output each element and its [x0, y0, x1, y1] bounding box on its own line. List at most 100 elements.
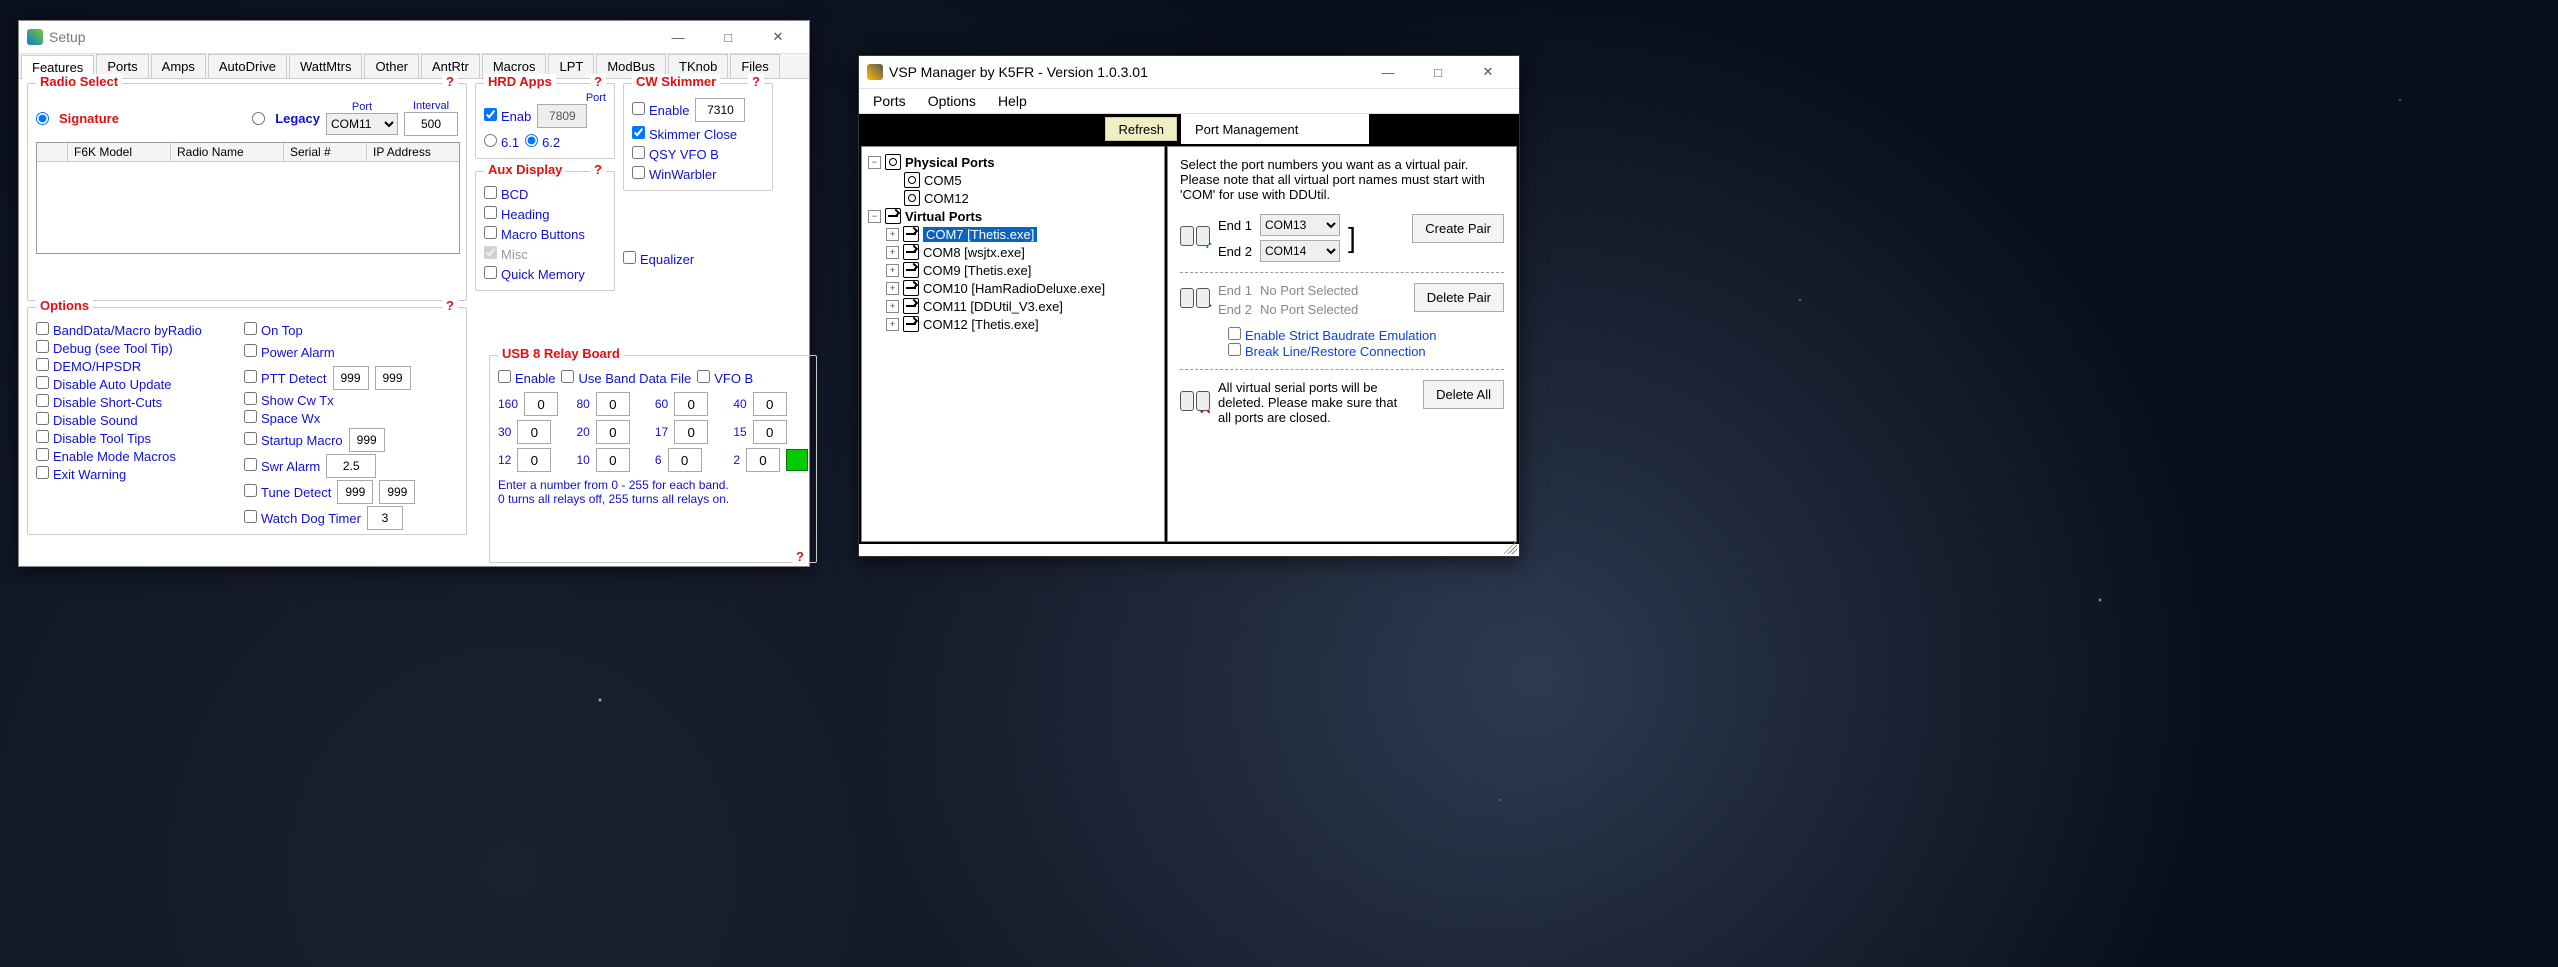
aux-quickmem[interactable]: Quick Memory [484, 266, 606, 282]
maximize-button[interactable]: □ [1415, 58, 1461, 86]
tune2-input[interactable] [379, 480, 415, 504]
opt-autoupdate[interactable]: Disable Auto Update [36, 376, 236, 392]
breakline-check[interactable]: Break Line/Restore Connection [1228, 344, 1426, 359]
menu-help[interactable]: Help [998, 93, 1027, 109]
tree-item[interactable]: COM9 [Thetis.exe] [923, 263, 1031, 278]
ptt1-input[interactable] [333, 366, 369, 390]
end1-select[interactable]: COM13 [1260, 214, 1340, 236]
tab-autodrive[interactable]: AutoDrive [208, 54, 287, 78]
interval-input[interactable] [404, 112, 458, 136]
tree-expand-icon[interactable]: + [886, 300, 899, 313]
band-input[interactable] [517, 448, 551, 472]
menu-options[interactable]: Options [928, 93, 976, 109]
usb-usedata[interactable]: Use Band Data File [561, 370, 691, 386]
opt-sound[interactable]: Disable Sound [36, 412, 236, 428]
delete-all-button[interactable]: Delete All [1423, 380, 1504, 409]
help-icon[interactable]: ? [590, 74, 606, 89]
tree-item[interactable]: COM8 [wsjtx.exe] [923, 245, 1025, 260]
tune1-input[interactable] [337, 480, 373, 504]
aux-heading[interactable]: Heading [484, 206, 606, 222]
aux-bcd[interactable]: BCD [484, 186, 606, 202]
tab-amps[interactable]: Amps [151, 54, 206, 78]
opt-swralarm[interactable]: Swr Alarm [244, 458, 320, 474]
delete-pair-button[interactable]: Delete Pair [1414, 283, 1504, 312]
hrd-61[interactable]: 6.1 [484, 134, 519, 150]
help-icon[interactable]: ? [590, 162, 606, 177]
tab-port-management[interactable]: Port Management [1181, 114, 1369, 144]
aux-macros[interactable]: Macro Buttons [484, 226, 606, 242]
vsp-titlebar[interactable]: VSP Manager by K5FR - Version 1.0.3.01 —… [859, 56, 1519, 89]
hrd-62[interactable]: 6.2 [525, 134, 560, 150]
opt-exitwarn[interactable]: Exit Warning [36, 466, 236, 482]
tree-item[interactable]: COM12 [924, 191, 969, 206]
tree-expand-icon[interactable]: + [886, 282, 899, 295]
startup-input[interactable] [349, 428, 385, 452]
equalizer-check[interactable]: Equalizer [623, 252, 694, 267]
band-input[interactable] [668, 448, 702, 472]
band-input[interactable] [746, 448, 780, 472]
tree-item[interactable]: COM12 [Thetis.exe] [923, 317, 1039, 332]
create-pair-button[interactable]: Create Pair [1412, 214, 1504, 243]
opt-tooltips[interactable]: Disable Tool Tips [36, 430, 236, 446]
help-icon[interactable]: ? [442, 74, 458, 89]
opt-tunedetect[interactable]: Tune Detect [244, 484, 331, 500]
minimize-button[interactable]: — [1365, 58, 1411, 86]
tree-expand-icon[interactable]: + [886, 228, 899, 241]
cw-enable[interactable]: Enable [632, 102, 689, 118]
tree-item[interactable]: COM5 [924, 173, 962, 188]
band-input[interactable] [596, 392, 630, 416]
opt-banddata[interactable]: BandData/Macro byRadio [36, 322, 236, 338]
cw-winwarbler[interactable]: WinWarbler [632, 166, 764, 182]
maximize-button[interactable]: □ [705, 23, 751, 51]
band-input[interactable] [674, 392, 708, 416]
tree-item[interactable]: COM11 [DDUtil_V3.exe] [923, 299, 1063, 314]
band-input[interactable] [524, 392, 558, 416]
close-button[interactable]: ✕ [1465, 58, 1511, 86]
band-input[interactable] [596, 420, 630, 444]
opt-ontop[interactable]: On Top [244, 322, 458, 338]
usb-vfob[interactable]: VFO B [697, 370, 753, 386]
tab-wattmtrs[interactable]: WattMtrs [289, 54, 363, 78]
band-input[interactable] [517, 420, 551, 444]
opt-pwralarm[interactable]: Power Alarm [244, 344, 335, 360]
opt-startupmacro[interactable]: Startup Macro [244, 432, 343, 448]
cw-qsy[interactable]: QSY VFO B [632, 146, 764, 162]
tree-expand-icon[interactable]: + [886, 246, 899, 259]
minimize-button[interactable]: — [655, 23, 701, 51]
signature-radio[interactable]: Signature [36, 111, 119, 126]
port-tree[interactable]: − Physical Ports COM5 COM12 − Virtual Po… [861, 146, 1165, 542]
radio-table[interactable]: F6K Model Radio Name Serial # IP Address [36, 142, 460, 254]
help-icon[interactable]: ? [748, 74, 764, 89]
opt-macros[interactable]: Enable Mode Macros [36, 448, 236, 464]
opt-showcw[interactable]: Show Cw Tx [244, 392, 458, 408]
cw-port-input[interactable] [695, 98, 745, 122]
tab-other[interactable]: Other [364, 54, 419, 78]
hrd-enable[interactable]: Enab [484, 108, 531, 124]
tree-item[interactable]: COM10 [HamRadioDeluxe.exe] [923, 281, 1105, 296]
opt-pttdetect[interactable]: PTT Detect [244, 370, 327, 386]
ptt2-input[interactable] [375, 366, 411, 390]
end2-select[interactable]: COM14 [1260, 240, 1340, 262]
tree-collapse-icon[interactable]: − [868, 156, 881, 169]
opt-debug[interactable]: Debug (see Tool Tip) [36, 340, 236, 356]
watchdog-input[interactable] [367, 506, 403, 530]
setup-titlebar[interactable]: Setup — □ ✕ [19, 21, 809, 54]
tree-expand-icon[interactable]: + [886, 264, 899, 277]
opt-watchdog[interactable]: Watch Dog Timer [244, 510, 361, 526]
tree-item-selected[interactable]: COM7 [Thetis.exe] [923, 227, 1037, 242]
port-select[interactable]: COM11 [326, 113, 398, 135]
strict-baud-check[interactable]: Enable Strict Baudrate Emulation [1228, 328, 1437, 343]
tree-expand-icon[interactable]: + [886, 318, 899, 331]
band-input[interactable] [674, 420, 708, 444]
help-icon[interactable]: ? [442, 298, 458, 313]
close-button[interactable]: ✕ [755, 23, 801, 51]
band-input[interactable] [596, 448, 630, 472]
opt-shortcuts[interactable]: Disable Short-Cuts [36, 394, 236, 410]
opt-demo[interactable]: DEMO/HPSDR [36, 358, 236, 374]
tree-collapse-icon[interactable]: − [868, 210, 881, 223]
menu-ports[interactable]: Ports [873, 93, 906, 109]
opt-spacewx[interactable]: Space Wx [244, 410, 458, 426]
refresh-button[interactable]: Refresh [1105, 117, 1177, 141]
usb-enable[interactable]: Enable [498, 370, 555, 386]
legacy-radio[interactable]: Legacy [252, 111, 320, 126]
